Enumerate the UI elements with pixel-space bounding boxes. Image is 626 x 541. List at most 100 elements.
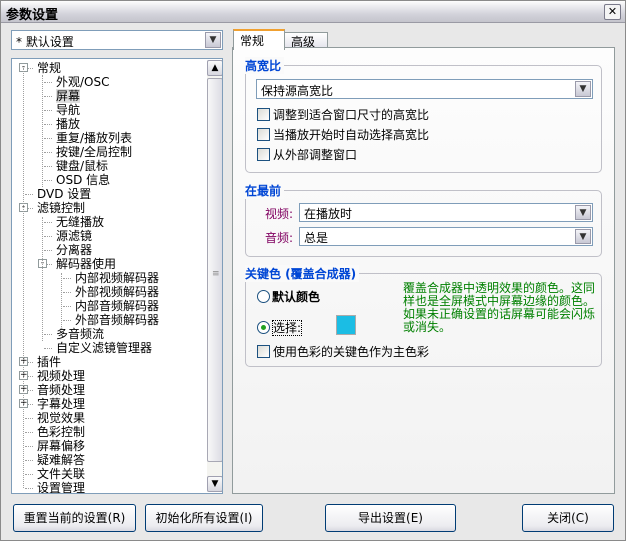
tree-connector	[44, 334, 52, 335]
tree-item-label: 按键/全局控制	[56, 145, 133, 159]
checkbox-icon[interactable]	[257, 128, 270, 141]
default-color-radio[interactable]: 默认颜色	[257, 288, 320, 305]
tree-item[interactable]: 外部视频解码器	[75, 285, 159, 299]
chevron-down-icon[interactable]: ▼	[575, 81, 591, 97]
tree-item-label: DVD 设置	[37, 187, 92, 201]
grip-icon: ≡	[212, 269, 220, 279]
close-window-button[interactable]: ✕	[604, 4, 621, 20]
checkbox-icon[interactable]	[257, 108, 270, 121]
tree-item[interactable]: 内部视频解码器	[75, 271, 159, 285]
tree-item[interactable]: 分离器	[56, 243, 92, 257]
tree-scrollbar[interactable]: ▲ ≡ ▼	[207, 60, 222, 492]
tree-item[interactable]: 按键/全局控制	[56, 145, 132, 159]
checkbox-label: 从外部调整窗口	[273, 148, 358, 162]
tree-item[interactable]: 自定义滤镜管理器	[56, 341, 152, 355]
tree-item[interactable]: 视觉效果	[37, 411, 85, 425]
tree-item[interactable]: 解码器使用	[56, 257, 116, 271]
tree-item[interactable]: 疑难解答	[37, 453, 85, 467]
tree-item[interactable]: 重复/播放列表	[56, 131, 132, 145]
tree-connector	[44, 180, 52, 181]
tree-connector	[25, 488, 33, 489]
tree-connector	[25, 446, 33, 447]
tree-guide-line	[23, 68, 24, 488]
fit-window-checkbox[interactable]: 调整到适合窗口尺寸的高宽比	[257, 106, 429, 123]
tree-item-label: 自定义滤镜管理器	[56, 341, 153, 355]
use-color-key-checkbox[interactable]: 使用色彩的关键色作为主色彩	[257, 343, 429, 360]
checkbox-label: 使用色彩的关键色作为主色彩	[273, 345, 430, 359]
tree-item[interactable]: 滤镜控制	[37, 201, 85, 215]
chevron-down-icon[interactable]: ▼	[205, 32, 221, 48]
tree-item[interactable]: 外观/OSC	[56, 75, 110, 89]
aspect-ratio-select[interactable]: 保持源高宽比 ▼	[256, 79, 593, 99]
checkbox-icon[interactable]	[257, 148, 270, 161]
tree-item[interactable]: 外部音频解码器	[75, 313, 159, 327]
tree-item[interactable]: 键盘/鼠标	[56, 159, 108, 173]
tree-connector	[63, 278, 71, 279]
tree-item-label: 设置管理	[37, 481, 86, 494]
chevron-down-icon[interactable]: ▼	[575, 229, 591, 244]
settings-tree[interactable]: ▲ ≡ ▼ 常规 - 外观/OSC 屏幕 导航 播放 重复/播放列表 按键/全局控制 键盘/鼠标…	[11, 58, 223, 494]
export-settings-button[interactable]: 导出设置(E)	[325, 504, 456, 532]
tree-item-label: 屏幕	[56, 89, 81, 103]
tree-connector	[63, 292, 71, 293]
tree-item[interactable]: OSD 信息	[56, 173, 110, 187]
tree-item[interactable]: 屏幕偏移	[37, 439, 85, 453]
tree-item-label: 外部视频解码器	[75, 285, 160, 299]
video-on-top-select[interactable]: 在播放时 ▼	[299, 203, 593, 222]
audio-on-top-value: 总是	[304, 231, 329, 245]
preset-value: * 默认设置	[16, 35, 74, 49]
radio-icon[interactable]	[257, 321, 270, 334]
tree-item[interactable]: 内部音频解码器	[75, 299, 159, 313]
reset-current-button[interactable]: 重置当前的设置(R)	[13, 504, 136, 532]
scroll-down-button[interactable]: ▼	[207, 476, 222, 492]
tree-item[interactable]: 设置管理	[37, 481, 86, 494]
tree-item[interactable]: 色彩控制	[37, 425, 85, 439]
choose-color-radio[interactable]: 选择:	[257, 319, 303, 336]
audio-on-top-select[interactable]: 总是 ▼	[299, 227, 593, 246]
tab-advanced[interactable]: 高级	[284, 32, 328, 49]
tree-item[interactable]: 多音频流	[56, 327, 104, 341]
tree-item-label: 外部音频解码器	[75, 313, 160, 327]
window-title: 参数设置	[6, 8, 59, 23]
color-swatch[interactable]	[336, 315, 356, 335]
tree-item-label: 多音频流	[56, 327, 105, 341]
tree-item[interactable]: 常规	[37, 61, 61, 75]
tree-item[interactable]: DVD 设置	[37, 187, 91, 201]
tree-connector	[63, 320, 71, 321]
tree-item[interactable]: 播放	[56, 117, 80, 131]
tree-item[interactable]: 导航	[56, 103, 80, 117]
on-top-title: 在最前	[245, 182, 285, 199]
tree-guide-line	[61, 273, 62, 329]
tree-item[interactable]: 音频处理	[37, 383, 85, 397]
tree-item-label: 内部音频解码器	[75, 299, 160, 313]
checkbox-icon[interactable]	[257, 345, 270, 358]
video-on-top-value: 在播放时	[304, 207, 353, 221]
tree-connector	[25, 194, 33, 195]
tab-general[interactable]: 常规	[233, 29, 285, 50]
scroll-up-button[interactable]: ▲	[207, 60, 222, 76]
preset-select[interactable]: * 默认设置 ▼	[11, 30, 223, 50]
close-button[interactable]: 关闭(C)	[522, 504, 614, 532]
checkbox-label: 当播放开始时自动选择高宽比	[273, 128, 430, 142]
tree-item[interactable]: 无缝播放	[56, 215, 104, 229]
auto-aspect-checkbox[interactable]: 当播放开始时自动选择高宽比	[257, 126, 429, 143]
chevron-down-icon[interactable]: ▼	[575, 205, 591, 220]
tree-item-label: 外观/OSC	[56, 75, 110, 89]
init-all-button[interactable]: 初始化所有设置(I)	[145, 504, 263, 532]
tree-connector	[44, 110, 52, 111]
scroll-thumb[interactable]: ≡	[207, 78, 222, 462]
radio-icon[interactable]	[257, 290, 270, 303]
tree-item[interactable]: 视频处理	[37, 369, 85, 383]
title-bar: 参数设置 ✕	[1, 1, 625, 23]
checkbox-label: 调整到适合窗口尺寸的高宽比	[273, 108, 430, 122]
video-label: 视频:	[265, 207, 294, 221]
tree-item[interactable]: 源滤镜	[56, 229, 92, 243]
tree-item[interactable]: 字幕处理	[37, 397, 85, 411]
external-resize-checkbox[interactable]: 从外部调整窗口	[257, 146, 357, 163]
tree-item-label: 常规	[37, 61, 62, 75]
tree-connector	[44, 96, 52, 97]
tree-item-label: 解码器使用	[56, 257, 117, 271]
tree-item[interactable]: 屏幕	[56, 89, 81, 103]
tree-item[interactable]: 插件	[37, 355, 61, 369]
tree-item[interactable]: 文件关联	[37, 467, 85, 481]
